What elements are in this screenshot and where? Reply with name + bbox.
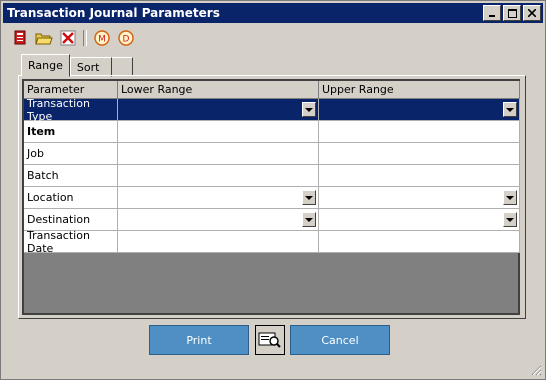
maximize-icon — [507, 8, 517, 18]
maximize-button[interactable] — [503, 5, 521, 21]
tab-filler — [111, 57, 133, 76]
print-button[interactable]: Print — [149, 325, 249, 355]
upper-range-field[interactable] — [319, 165, 520, 187]
column-header-lower-range: Lower Range — [118, 81, 319, 99]
minimize-button[interactable] — [483, 5, 501, 21]
upper-range-field[interactable] — [319, 187, 520, 209]
dropdown-button[interactable] — [503, 190, 517, 205]
lower-range-field[interactable] — [118, 187, 319, 209]
lower-range-field[interactable] — [118, 121, 319, 143]
title-bar[interactable]: Transaction Journal Parameters — [3, 3, 543, 23]
tab-range[interactable]: Range — [21, 54, 70, 77]
chevron-down-icon — [506, 217, 514, 222]
close-icon — [528, 9, 536, 17]
dropdown-button[interactable] — [302, 102, 316, 117]
lower-range-field[interactable] — [118, 231, 319, 253]
chevron-down-icon — [305, 195, 313, 200]
lower-range-field[interactable] — [118, 143, 319, 165]
open-folder-icon[interactable] — [35, 29, 53, 47]
parameter-cell: Location — [24, 187, 118, 209]
chevron-down-icon — [506, 107, 514, 112]
d-icon[interactable]: D — [117, 29, 135, 47]
table-row[interactable]: Batch — [24, 165, 520, 187]
upper-range-field[interactable] — [319, 99, 520, 121]
m-icon[interactable]: M — [93, 29, 111, 47]
tab-range-label: Range — [28, 59, 63, 72]
delete-icon[interactable] — [59, 29, 77, 47]
dialog-window: Transaction Journal Parameters M D Range — [0, 0, 546, 380]
chevron-down-icon — [305, 107, 313, 112]
m-icon-label: M — [98, 35, 106, 45]
upper-range-field[interactable] — [319, 121, 520, 143]
upper-range-field[interactable] — [319, 231, 520, 253]
parameter-cell: Transaction Date — [24, 229, 118, 255]
dropdown-button[interactable] — [302, 212, 316, 227]
report-icon[interactable] — [11, 29, 29, 47]
cancel-button-label: Cancel — [321, 333, 359, 347]
parameter-cell: Item — [24, 121, 118, 143]
dropdown-button[interactable] — [302, 190, 316, 205]
minimize-icon — [489, 15, 495, 17]
table-row[interactable]: Job — [24, 143, 520, 165]
parameter-cell: Batch — [24, 165, 118, 187]
table-row[interactable]: Item — [24, 121, 520, 143]
column-header-upper-range: Upper Range — [319, 81, 520, 99]
print-preview-button[interactable] — [255, 325, 285, 355]
resize-grip-icon[interactable] — [530, 364, 542, 376]
lower-range-field[interactable] — [118, 209, 319, 231]
table-row[interactable]: Transaction Date — [24, 229, 520, 255]
dropdown-button[interactable] — [503, 102, 517, 117]
table-row[interactable]: Location — [24, 187, 520, 209]
chevron-down-icon — [506, 195, 514, 200]
close-button[interactable] — [523, 5, 541, 21]
print-preview-icon — [258, 332, 281, 348]
d-icon-label: D — [123, 35, 130, 45]
toolbar-separator — [83, 30, 87, 46]
window-title: Transaction Journal Parameters — [7, 6, 220, 20]
parameter-cell: Job — [24, 143, 118, 165]
tab-sort-label: Sort — [76, 60, 100, 74]
parameter-grid: Parameter Lower Range Upper Range Transa… — [22, 79, 520, 315]
toolbar: M D — [11, 28, 135, 48]
upper-range-field[interactable] — [319, 143, 520, 165]
table-row[interactable]: Transaction Type — [24, 97, 520, 123]
chevron-down-icon — [305, 217, 313, 222]
tab-strip: Range Sort — [21, 54, 133, 77]
parameter-cell: Transaction Type — [24, 97, 118, 123]
tab-sort[interactable]: Sort — [69, 57, 112, 77]
cancel-button[interactable]: Cancel — [290, 325, 390, 355]
lower-range-field[interactable] — [118, 99, 319, 121]
dropdown-button[interactable] — [503, 212, 517, 227]
print-button-label: Print — [186, 333, 212, 347]
upper-range-field[interactable] — [319, 209, 520, 231]
lower-range-field[interactable] — [118, 165, 319, 187]
